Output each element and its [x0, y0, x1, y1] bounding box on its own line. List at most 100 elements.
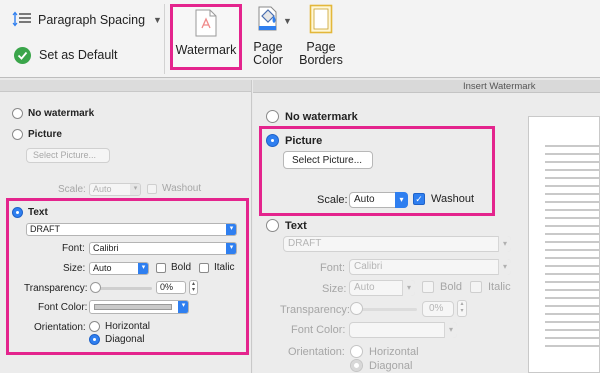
diagonal-option[interactable]: Diagonal [89, 334, 144, 345]
washout-option[interactable]: Washout [147, 183, 201, 194]
transparency-stepper[interactable]: ▴ ▾ [457, 300, 467, 317]
bold-option[interactable]: Bold [422, 281, 462, 293]
font-color-row: Font Color: [291, 324, 345, 336]
preview-line [545, 345, 599, 347]
set-as-default-label: Set as Default [39, 48, 118, 62]
dialog-title: Insert Watermark [463, 81, 536, 92]
select-picture-button[interactable]: Select Picture... [26, 148, 110, 163]
italic-option[interactable]: Italic [470, 281, 511, 293]
text-label: Text [285, 219, 307, 232]
picture-radio[interactable] [266, 134, 279, 147]
preview-line [545, 297, 599, 299]
font-label: Font: [320, 262, 346, 274]
watermark-button[interactable]: Watermark [170, 4, 242, 70]
italic-checkbox[interactable] [470, 281, 482, 293]
preview-line [545, 241, 599, 243]
font-select[interactable]: Calibri ▾ [349, 259, 511, 275]
preview-line [545, 329, 599, 331]
italic-option[interactable]: Italic [199, 262, 235, 273]
preview-line [545, 201, 599, 203]
font-color-select[interactable]: ▾ [349, 322, 457, 338]
scale-select[interactable]: Auto ▾ [349, 192, 408, 208]
horizontal-label: Horizontal [105, 321, 151, 332]
preview-line [545, 321, 599, 323]
no-watermark-radio[interactable] [12, 108, 23, 119]
text-select[interactable]: DRAFT ▾ [283, 236, 511, 252]
preview-line [545, 313, 599, 315]
chevron-down-icon[interactable]: ▼ [283, 16, 292, 26]
diagonal-option[interactable]: Diagonal [350, 359, 412, 372]
italic-checkbox[interactable] [199, 262, 209, 273]
no-watermark-radio[interactable] [266, 110, 279, 123]
bold-checkbox[interactable] [156, 262, 166, 273]
washout-label: Washout [162, 183, 202, 194]
scale-select[interactable]: Auto ▾ [89, 183, 141, 196]
dialog-titlebar [0, 80, 251, 92]
transparency-field[interactable]: 0% [156, 281, 186, 294]
diagonal-radio[interactable] [89, 334, 100, 345]
text-radio[interactable] [266, 219, 279, 232]
picture-label: Picture [28, 129, 62, 140]
washout-label: Washout [431, 193, 475, 205]
orientation-label: Orientation: [288, 346, 345, 358]
preview-line [545, 209, 599, 211]
preview-line [545, 153, 599, 155]
picture-option[interactable]: Picture [12, 129, 62, 140]
page-color-label: Page Color [253, 40, 283, 67]
text-option[interactable]: Text [12, 207, 48, 218]
diagonal-label: Diagonal [105, 334, 145, 345]
chevron-down-icon: ▾ [130, 184, 140, 195]
bold-option[interactable]: Bold [156, 262, 191, 273]
paragraph-spacing-button[interactable]: Paragraph Spacing ▼ [12, 10, 162, 30]
text-option[interactable]: Text [266, 219, 307, 232]
no-watermark-label: No watermark [285, 110, 358, 123]
preview-line [545, 225, 599, 227]
washout-checkbox[interactable] [147, 183, 157, 194]
diagonal-radio[interactable] [350, 359, 363, 372]
chevron-down-icon: ▼ [153, 15, 162, 25]
size-value: Auto [93, 263, 112, 273]
font-label: Font: [62, 243, 85, 254]
text-value: DRAFT [288, 238, 322, 249]
size-label: Size: [63, 263, 86, 274]
scale-label: Scale: [317, 194, 348, 206]
size-select[interactable]: Auto ▾ [349, 280, 415, 296]
washout-option[interactable]: ✓ Washout [413, 193, 474, 205]
picture-label: Picture [285, 134, 323, 147]
preview-line [545, 177, 599, 179]
preview-line [545, 145, 599, 147]
preview-line [545, 185, 599, 187]
page-borders-button[interactable]: Page Borders [296, 4, 346, 67]
horizontal-option[interactable]: Horizontal [350, 345, 419, 358]
no-watermark-option[interactable]: No watermark [266, 110, 358, 123]
transparency-stepper[interactable]: ▴ ▾ [189, 280, 198, 295]
transparency-row: Transparency: [280, 304, 350, 316]
preview-line [545, 289, 599, 291]
horizontal-radio[interactable] [89, 321, 100, 332]
washout-checkbox[interactable]: ✓ [413, 193, 425, 205]
select-picture-button[interactable]: Select Picture... [283, 151, 373, 169]
orientation-label: Orientation: [34, 322, 86, 333]
set-as-default-button[interactable]: Set as Default [14, 45, 118, 65]
bold-checkbox[interactable] [422, 281, 434, 293]
text-radio[interactable] [12, 207, 23, 218]
chevron-down-icon: ▾ [178, 301, 188, 313]
font-color-select[interactable]: ▾ [89, 300, 189, 314]
transparency-slider-handle[interactable] [90, 282, 101, 293]
no-watermark-option[interactable]: No watermark [12, 108, 94, 119]
font-select[interactable]: Calibri ▾ [89, 242, 237, 255]
transparency-slider-handle[interactable] [350, 302, 363, 315]
size-select[interactable]: Auto ▾ [89, 262, 149, 275]
horizontal-radio[interactable] [350, 345, 363, 358]
picture-radio[interactable] [12, 129, 23, 140]
page-color-button[interactable]: Page Color [248, 4, 288, 67]
page-borders-icon [309, 4, 333, 37]
horizontal-label: Horizontal [369, 345, 419, 358]
preview-line [545, 281, 599, 283]
transparency-field[interactable]: 0% [422, 301, 454, 317]
picture-option[interactable]: Picture [266, 134, 322, 147]
horizontal-option[interactable]: Horizontal [89, 321, 150, 332]
text-select[interactable]: DRAFT ▾ [26, 223, 237, 236]
bold-label: Bold [440, 281, 463, 293]
scale-row: Scale: [58, 184, 86, 195]
